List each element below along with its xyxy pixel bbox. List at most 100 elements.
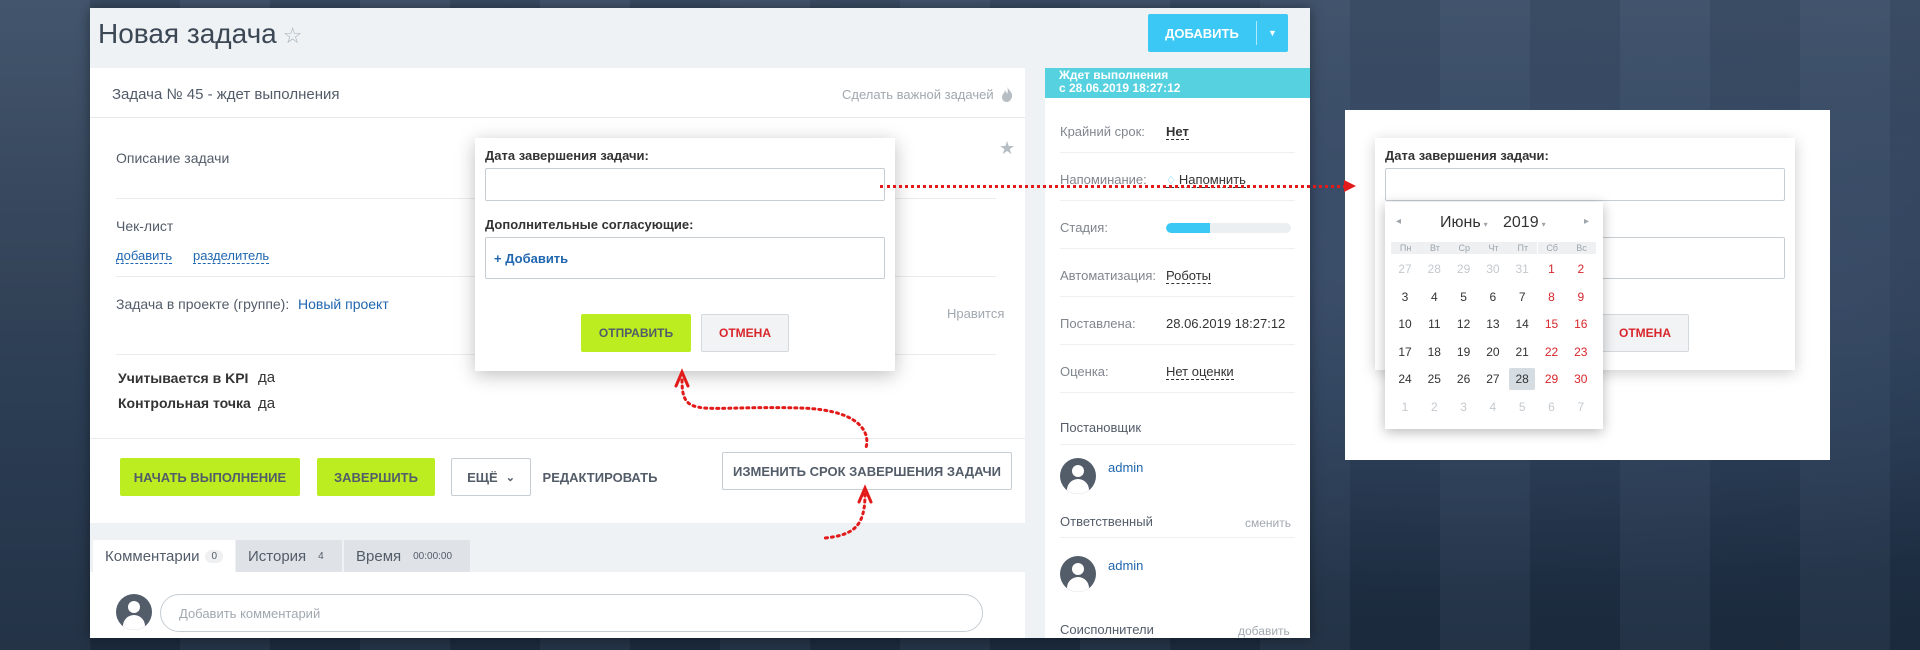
task-sidebar: Ждет выполнения с 28.06.2019 18:27:12 Кр…	[1045, 68, 1310, 638]
divider	[1060, 444, 1295, 445]
calendar-day[interactable]: 3	[1392, 286, 1418, 308]
calendar-day[interactable]: 29	[1451, 258, 1477, 280]
year-select[interactable]: 2019 ▾	[1503, 214, 1546, 232]
divider	[1060, 200, 1295, 201]
month-select[interactable]: Июнь ▾	[1440, 214, 1488, 232]
zoom-date-input[interactable]	[1385, 168, 1785, 201]
calendar-day[interactable]: 18	[1421, 341, 1447, 363]
calendar-day[interactable]: 7	[1509, 286, 1535, 308]
calendar-day[interactable]: 30	[1568, 368, 1594, 390]
zoom-cancel-button[interactable]: ОТМЕНА	[1601, 314, 1689, 352]
star-icon[interactable]: ★	[999, 138, 1015, 159]
calendar-day[interactable]: 25	[1421, 368, 1447, 390]
make-important-link[interactable]: Сделать важной задачей	[842, 87, 994, 102]
calendar-day[interactable]: 31	[1509, 258, 1535, 280]
pointer-arrow	[880, 185, 1352, 188]
calendar-day[interactable]: 22	[1539, 341, 1565, 363]
submit-button[interactable]: ОТПРАВИТЬ	[581, 314, 691, 352]
weekday-label: Ср	[1449, 242, 1479, 254]
calendar-day[interactable]: 3	[1451, 396, 1477, 418]
calendar-day[interactable]: 19	[1451, 341, 1477, 363]
zoom-date-label: Дата завершения задачи:	[1385, 148, 1549, 163]
calendar-day[interactable]: 29	[1539, 368, 1565, 390]
favorite-star-icon[interactable]: ☆	[283, 23, 303, 48]
calendar-day[interactable]: 13	[1480, 313, 1506, 335]
calendar-day[interactable]: 6	[1480, 286, 1506, 308]
edit-button[interactable]: РЕДАКТИРОВАТЬ	[543, 458, 658, 496]
weekday-label: Пт	[1508, 242, 1538, 254]
automation-row: Автоматизация: Роботы	[1060, 268, 1295, 284]
prev-month-icon[interactable]: ◂	[1396, 216, 1401, 227]
calendar-day[interactable]: 14	[1509, 313, 1535, 335]
calendar-day[interactable]: 8	[1539, 286, 1565, 308]
comment-input[interactable]: Добавить комментарий	[160, 594, 983, 632]
calendar-day[interactable]: 27	[1480, 368, 1506, 390]
calendar-day[interactable]: 2	[1421, 396, 1447, 418]
calendar-day-selected[interactable]: 28	[1509, 368, 1536, 390]
deadline-value[interactable]: Нет	[1166, 124, 1189, 140]
calendar-day[interactable]: 17	[1392, 341, 1418, 363]
coexec-add-link[interactable]: добавить	[1238, 624, 1290, 638]
status-banner: Ждет выполнения с 28.06.2019 18:27:12	[1045, 68, 1310, 98]
calendar-day[interactable]: 23	[1568, 341, 1594, 363]
tab-comments[interactable]: Комментарии 0	[93, 540, 236, 572]
calendar-day[interactable]: 27	[1392, 258, 1418, 280]
page-title-text: Новая задача	[98, 18, 277, 49]
calendar-day[interactable]: 5	[1509, 396, 1535, 418]
calendar-day[interactable]: 11	[1421, 313, 1447, 335]
responsible-change-link[interactable]: сменить	[1245, 516, 1291, 530]
more-button[interactable]: ЕЩЁ ⌄	[451, 458, 531, 496]
checklist-add-link[interactable]: добавить	[116, 248, 173, 264]
calendar-day[interactable]: 2	[1568, 258, 1594, 280]
tab-history[interactable]: История 4	[236, 540, 342, 572]
like-link[interactable]: Нравится	[947, 306, 1004, 321]
stage-progress-fill	[1166, 223, 1210, 233]
stage-progress[interactable]	[1166, 223, 1291, 233]
calendar-day[interactable]: 21	[1509, 341, 1535, 363]
chevron-down-icon: ⌄	[505, 471, 515, 484]
weekday-label: Вс	[1566, 242, 1597, 254]
calendar-day[interactable]: 24	[1392, 368, 1418, 390]
tab-time-label: Время	[356, 547, 402, 565]
responsible-avatar-icon	[1060, 556, 1096, 592]
calendar-day[interactable]: 12	[1451, 313, 1477, 335]
responsible-name[interactable]: admin	[1108, 558, 1143, 573]
calendar-day[interactable]: 6	[1539, 396, 1565, 418]
calendar-day[interactable]: 1	[1392, 396, 1418, 418]
calendar-day[interactable]: 7	[1568, 396, 1594, 418]
rating-value[interactable]: Нет оценки	[1166, 364, 1234, 380]
cancel-button[interactable]: ОТМЕНА	[701, 314, 789, 352]
creator-name[interactable]: admin	[1108, 460, 1143, 475]
date-picker: ◂ Июнь ▾ 2019 ▾ ▸ Пн Вт Ср Чт Пт Сб Вс 27 28 29 30 31…	[1385, 202, 1603, 429]
approvers-field[interactable]: + Добавить	[485, 237, 885, 279]
calendar-day[interactable]: 1	[1539, 258, 1565, 280]
calendar-day[interactable]: 16	[1568, 313, 1594, 335]
start-button[interactable]: НАЧАТЬ ВЫПОЛНЕНИЕ	[120, 458, 300, 496]
calendar-day[interactable]: 20	[1480, 341, 1506, 363]
flame-icon[interactable]	[1001, 86, 1013, 102]
month-label: Июнь	[1440, 214, 1481, 231]
next-month-icon[interactable]: ▸	[1584, 216, 1589, 227]
calendar-day[interactable]: 26	[1451, 368, 1477, 390]
stage-row: Стадия:	[1060, 220, 1295, 235]
add-button[interactable]: ДОБАВИТЬ ▼	[1148, 14, 1288, 52]
automation-link[interactable]: Роботы	[1166, 268, 1212, 284]
calendar-day[interactable]: 30	[1480, 258, 1506, 280]
year-label: 2019	[1503, 214, 1539, 231]
calendar-day[interactable]: 4	[1421, 286, 1447, 308]
calendar-day[interactable]: 4	[1480, 396, 1506, 418]
tab-history-count: 4	[312, 549, 330, 563]
tab-time[interactable]: Время 00:00:00	[344, 540, 471, 572]
date-input[interactable]	[485, 168, 885, 201]
calendar-day[interactable]: 10	[1392, 313, 1418, 335]
calendar-day[interactable]: 28	[1421, 258, 1447, 280]
chevron-down-icon[interactable]: ▼	[1257, 28, 1288, 38]
calendar-day[interactable]: 9	[1568, 286, 1594, 308]
weekday-label: Вт	[1420, 242, 1450, 254]
calendar-day[interactable]: 15	[1539, 313, 1565, 335]
project-link[interactable]: Новый проект	[298, 296, 389, 312]
calendar-day[interactable]: 5	[1451, 286, 1477, 308]
checklist-separator-link[interactable]: разделитель	[193, 248, 270, 264]
finish-button[interactable]: ЗАВЕРШИТЬ	[317, 458, 435, 496]
add-approver-link[interactable]: + Добавить	[494, 251, 568, 266]
